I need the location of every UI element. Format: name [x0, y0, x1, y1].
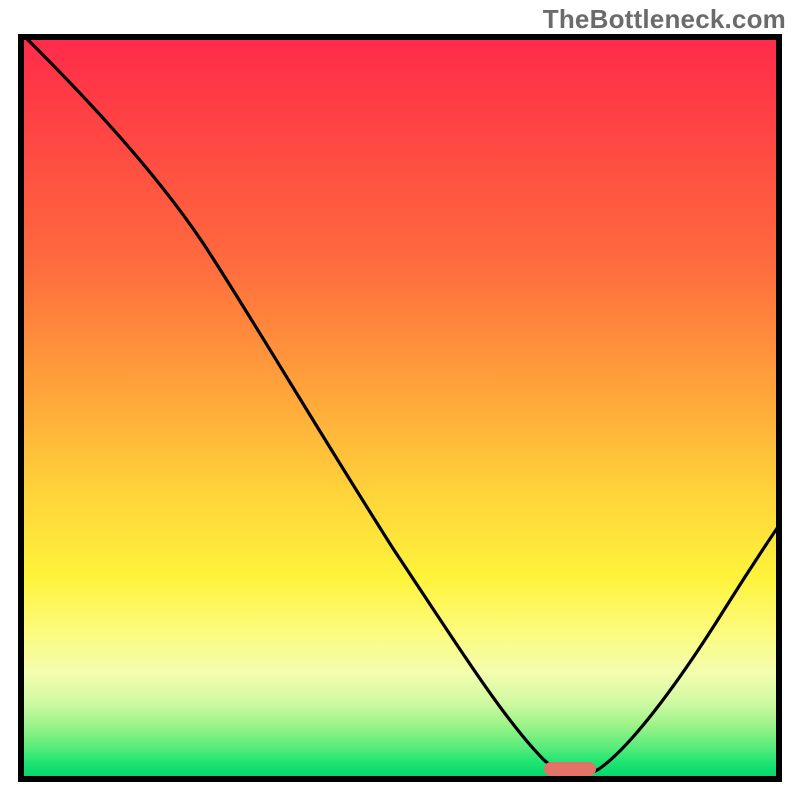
plot-frame	[18, 34, 782, 782]
chart-stage: TheBottleneck.com	[0, 0, 800, 800]
optimal-marker	[544, 762, 596, 776]
bottleneck-curve	[24, 40, 776, 775]
chart-svg	[24, 40, 776, 776]
watermark: TheBottleneck.com	[543, 4, 786, 35]
